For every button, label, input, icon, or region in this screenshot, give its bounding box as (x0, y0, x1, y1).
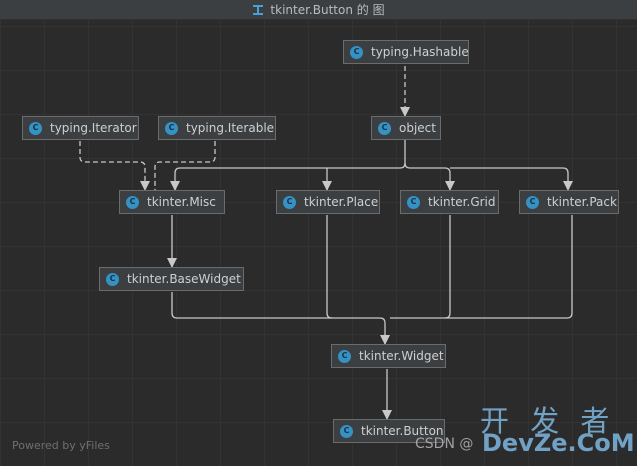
node-label: object (399, 121, 436, 135)
edge-pack-object (450, 167, 573, 191)
watermark-csdn: CSDN @ (415, 436, 474, 452)
node-tkinter-place[interactable]: C tkinter.Place (276, 190, 380, 214)
node-label: tkinter.Grid (428, 195, 496, 209)
node-tkinter-grid[interactable]: C tkinter.Grid (400, 190, 499, 214)
node-label: tkinter.Pack (547, 195, 617, 209)
class-icon: C (106, 272, 119, 286)
edge-widget-grid (390, 215, 451, 319)
class-icon: C (126, 195, 139, 209)
class-icon: C (407, 195, 420, 209)
diagram-edges (79, 66, 573, 420)
node-typing-iterator[interactable]: C typing.Iterator (22, 116, 139, 140)
class-icon: C (526, 195, 539, 209)
node-tkinter-basewidget[interactable]: C tkinter.BaseWidget (99, 267, 244, 291)
powered-by-label: Powered by yFiles (12, 439, 110, 452)
edge-widget-place (326, 215, 333, 319)
edge-misc-iterable (154, 141, 216, 190)
node-label: tkinter.BaseWidget (127, 272, 241, 286)
class-icon: C (350, 45, 363, 59)
node-object[interactable]: C object (371, 116, 441, 140)
class-icon: C (29, 121, 42, 135)
node-label: typing.Iterator (50, 121, 137, 135)
node-tkinter-pack[interactable]: C tkinter.Pack (519, 190, 619, 214)
class-icon: C (283, 195, 296, 209)
edge-widget-basewidget (171, 292, 390, 345)
node-label: tkinter.Place (304, 195, 379, 209)
node-label: typing.Hashable (371, 45, 469, 59)
node-label: tkinter.Widget (359, 349, 444, 363)
node-typing-iterable[interactable]: C typing.Iterable (158, 116, 276, 140)
class-icon: C (338, 349, 351, 363)
node-label: typing.Iterable (186, 121, 275, 135)
node-tkinter-widget[interactable]: C tkinter.Widget (331, 344, 446, 368)
edge-misc-object (170, 140, 406, 191)
class-icon: C (378, 121, 391, 135)
edge-widget-pack (445, 215, 573, 319)
watermark-domain: DevZe.CoM (482, 429, 635, 457)
class-icon: C (165, 121, 178, 135)
class-icon: C (340, 424, 353, 438)
node-typing-hashable[interactable]: C typing.Hashable (343, 40, 469, 64)
node-label: tkinter.Misc (147, 195, 216, 209)
edge-misc-iterator (79, 141, 150, 191)
edge-grid-object (404, 162, 455, 191)
node-tkinter-misc[interactable]: C tkinter.Misc (119, 190, 225, 214)
